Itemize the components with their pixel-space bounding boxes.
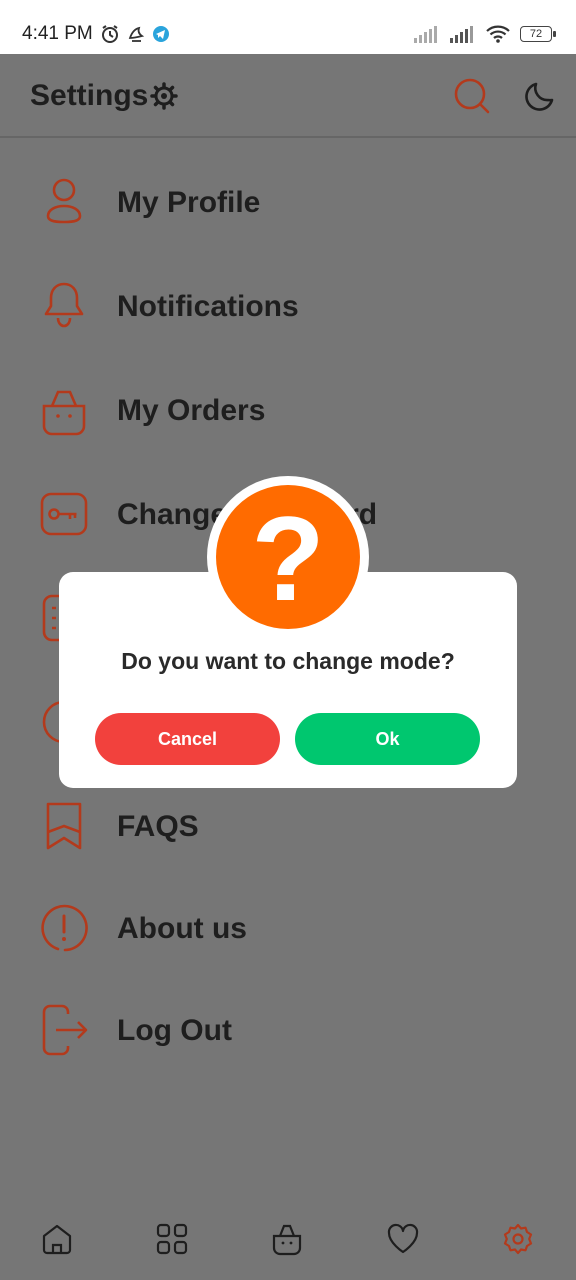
telegram-icon [153, 26, 169, 42]
menu-item-label: About us [117, 912, 247, 945]
question-glyph: ? [251, 492, 325, 626]
dialog-message: Do you want to change mode? [121, 648, 455, 674]
cancel-button[interactable]: Cancel [95, 713, 280, 765]
signal-icon [414, 26, 437, 43]
bottom-nav [0, 1200, 576, 1280]
bag-icon [42, 390, 86, 436]
menu-item-notifications[interactable]: Notifications [0, 266, 576, 346]
wifi-icon [486, 25, 510, 43]
page-title: Settings [30, 79, 149, 112]
menu-item-faqs[interactable]: FAQS [0, 786, 576, 866]
menu-item-my-profile[interactable]: My Profile [0, 162, 576, 242]
bag-icon[interactable] [270, 1222, 304, 1256]
ok-button[interactable]: Ok [295, 713, 480, 765]
battery-level: 72 [529, 28, 543, 40]
menu-item-label: Log Out [117, 1014, 232, 1047]
menu-item-label: Notifications [117, 290, 299, 323]
moon-icon[interactable] [522, 78, 558, 114]
status-right-icons: 72 [414, 22, 556, 46]
alarm-icon [102, 25, 118, 43]
battery-icon: 72 [520, 26, 556, 42]
status-time: 4:41 PM [22, 23, 93, 44]
bookmark-icon [46, 802, 82, 850]
heart-icon[interactable] [386, 1222, 420, 1256]
user-icon [46, 178, 82, 224]
app-notification-icon [128, 26, 145, 42]
gear-icon[interactable] [501, 1222, 535, 1256]
menu-item-my-orders[interactable]: My Orders [0, 370, 576, 450]
home-icon[interactable] [40, 1222, 74, 1256]
signal-icon [450, 26, 473, 43]
menu-item-label: FAQS [117, 810, 199, 843]
logout-icon [42, 1004, 88, 1056]
menu-item-label: My Orders [117, 394, 266, 427]
status-left-icons [100, 23, 170, 45]
grid-icon[interactable] [155, 1222, 189, 1256]
info-icon [41, 904, 88, 952]
menu-item-about-us[interactable]: About us [0, 888, 576, 968]
status-bar: 4:41 PM 72 [0, 0, 576, 54]
gear-icon [150, 82, 178, 110]
key-icon [40, 492, 88, 536]
question-icon: ? [216, 485, 360, 629]
menu-item-log-out[interactable]: Log Out [0, 990, 576, 1070]
app-bar: Settings [0, 54, 576, 138]
bell-icon [44, 282, 84, 328]
question-badge: ? [207, 476, 369, 638]
menu-item-label: My Profile [117, 186, 261, 219]
search-icon[interactable] [452, 76, 492, 116]
